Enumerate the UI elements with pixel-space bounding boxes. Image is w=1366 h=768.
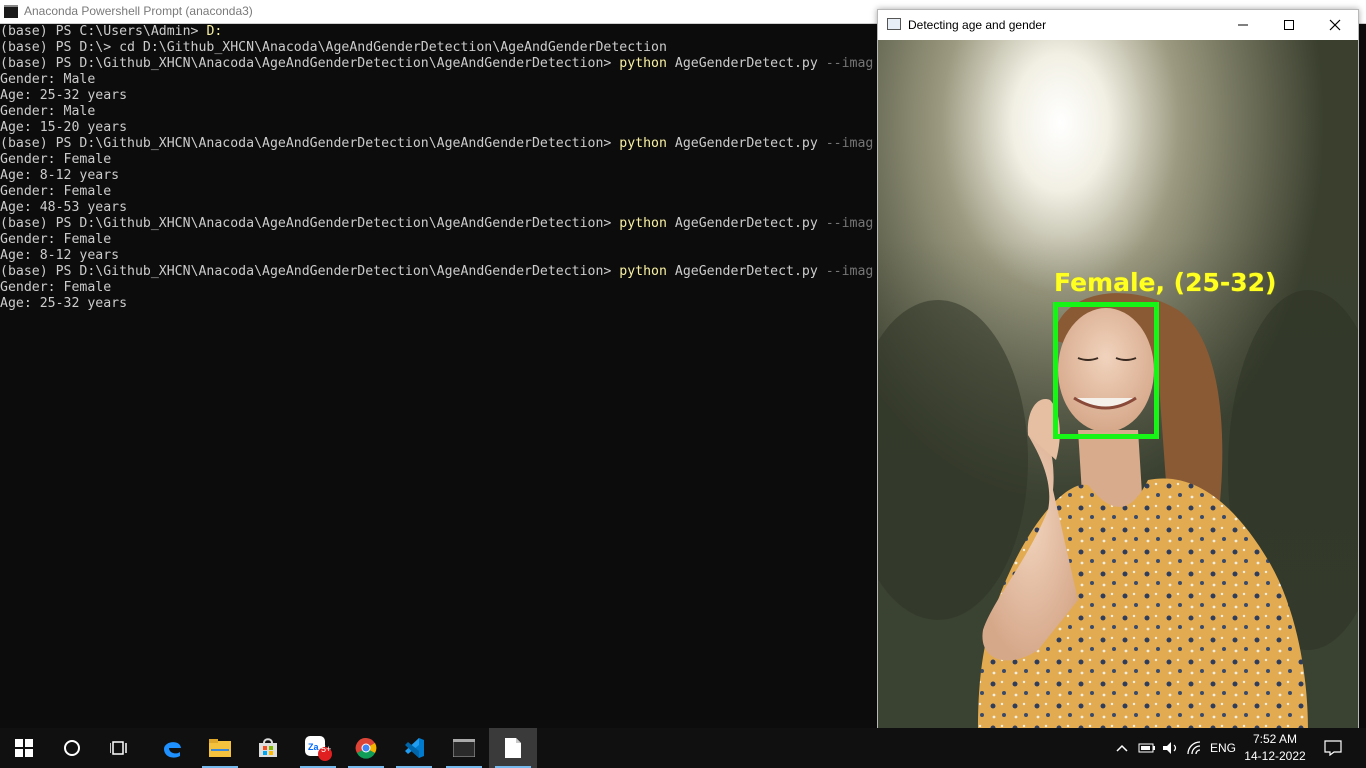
- store-taskbar-button[interactable]: [244, 728, 292, 768]
- terminal-icon: [453, 739, 475, 757]
- terminal-argument: --imag: [825, 56, 874, 71]
- face-bounding-box: [1053, 302, 1159, 439]
- terminal-line-text: Gender: Female: [0, 184, 112, 199]
- clock-date: 14-12-2022: [1244, 749, 1306, 763]
- edge-taskbar-button[interactable]: [148, 728, 196, 768]
- terminal-command: python: [619, 264, 667, 279]
- taskbar: Za 5+ ENG 7:52 AM 14-12-2022: [0, 728, 1366, 768]
- terminal-command: D:: [206, 24, 223, 39]
- language-label: ENG: [1209, 741, 1236, 755]
- terminal-script-name: AgeGenderDetect.py: [666, 264, 826, 279]
- terminal-line-text: (base) PS D:\Github_XHCN\Anacoda\AgeAndG…: [0, 56, 620, 71]
- close-button[interactable]: [1312, 10, 1358, 40]
- terminal-line-text: Gender: Female: [0, 280, 112, 295]
- notification-center-button[interactable]: [1318, 728, 1348, 768]
- volume-button[interactable]: [1160, 728, 1182, 768]
- terminal-line-text: Gender: Female: [0, 152, 112, 167]
- search-button[interactable]: [48, 728, 96, 768]
- terminal-line-text: Gender: Male: [0, 72, 96, 87]
- start-button[interactable]: [0, 728, 48, 768]
- zalo-badge: 5+: [321, 744, 332, 754]
- file-explorer-taskbar-button[interactable]: [196, 728, 244, 768]
- tray-overflow-button[interactable]: [1112, 728, 1132, 768]
- task-view-button[interactable]: [96, 728, 144, 768]
- terminal-line-text: (base) PS D:\Github_XHCN\Anacoda\AgeAndG…: [0, 264, 620, 279]
- language-indicator[interactable]: ENG: [1208, 728, 1238, 768]
- chevron-up-icon: [1116, 744, 1128, 752]
- terminal-line-text: Age: 48-53 years: [0, 200, 128, 215]
- terminal-line-text: (base) PS D:\Github_XHCN\Anacoda\AgeAndG…: [0, 216, 620, 231]
- clock[interactable]: 7:52 AM 14-12-2022: [1240, 731, 1310, 765]
- minimize-button[interactable]: [1220, 10, 1266, 40]
- vscode-icon: [405, 738, 424, 758]
- terminal-taskbar-button[interactable]: [440, 728, 488, 768]
- chrome-taskbar-button[interactable]: [342, 728, 390, 768]
- terminal-line-text: Age: 8-12 years: [0, 248, 120, 263]
- clock-time: 7:52 AM: [1252, 732, 1298, 746]
- task-view-icon: [110, 741, 127, 755]
- minimize-icon: [1238, 24, 1248, 26]
- windows-start-icon: [15, 739, 33, 757]
- terminal-argument: --imag: [825, 264, 874, 279]
- terminal-script-name: AgeGenderDetect.py: [666, 56, 826, 71]
- chrome-icon: [355, 737, 377, 759]
- terminal-line-text: (base) PS C:\Users\Admin>: [0, 24, 207, 39]
- battery-icon: [1138, 743, 1155, 753]
- terminal-line-text: (base) PS D:\Github_XHCN\Anacoda\AgeAndG…: [0, 136, 620, 151]
- terminal-line-text: (base) PS D:\> cd D:\Github_XHCN\Anacoda…: [0, 40, 667, 55]
- terminal-command: python: [619, 216, 667, 231]
- detection-image: Female, (25-32): [878, 40, 1358, 729]
- close-icon: [1329, 19, 1341, 31]
- terminal-line-text: Gender: Female: [0, 232, 112, 247]
- notification-icon: [1324, 740, 1342, 756]
- terminal-command: python: [619, 56, 667, 71]
- file-explorer-icon: [209, 739, 231, 757]
- notepad-icon: [505, 738, 521, 758]
- terminal-app-icon: [4, 5, 18, 18]
- viewer-titlebar[interactable]: Detecting age and gender: [878, 10, 1358, 40]
- edge-icon: [164, 742, 181, 758]
- volume-icon: [1163, 742, 1177, 754]
- detection-label: Female, (25-32): [1054, 268, 1277, 297]
- store-icon: [259, 738, 277, 757]
- terminal-argument: --imag: [825, 216, 874, 231]
- terminal-line-text: Age: 25-32 years: [0, 296, 128, 311]
- terminal-command: python: [619, 136, 667, 151]
- network-button[interactable]: [1184, 728, 1208, 768]
- svg-text:Za: Za: [308, 742, 319, 752]
- vscode-taskbar-button[interactable]: [390, 728, 438, 768]
- battery-button[interactable]: [1136, 728, 1158, 768]
- image-viewer-taskbar-button[interactable]: [489, 728, 537, 768]
- terminal-script-name: AgeGenderDetect.py: [666, 136, 826, 151]
- cortana-search-icon: [64, 740, 80, 756]
- terminal-argument: --imag: [825, 136, 874, 151]
- maximize-icon: [1284, 20, 1294, 30]
- zalo-taskbar-button[interactable]: Za 5+: [294, 728, 342, 768]
- terminal-title: Anaconda Powershell Prompt (anaconda3): [24, 4, 253, 18]
- terminal-script-name: AgeGenderDetect.py: [666, 216, 826, 231]
- window-icon: [887, 18, 901, 30]
- terminal-line-text: Gender: Male: [0, 104, 96, 119]
- terminal-line-text: Age: 25-32 years: [0, 88, 128, 103]
- terminal-line-text: Age: 8-12 years: [0, 168, 120, 183]
- image-viewer-window[interactable]: Detecting age and gender Female, (25-32): [877, 9, 1359, 730]
- maximize-button[interactable]: [1266, 10, 1312, 40]
- wifi-icon: [1187, 741, 1201, 755]
- terminal-line-text: Age: 15-20 years: [0, 120, 128, 135]
- viewer-title: Detecting age and gender: [908, 18, 1047, 32]
